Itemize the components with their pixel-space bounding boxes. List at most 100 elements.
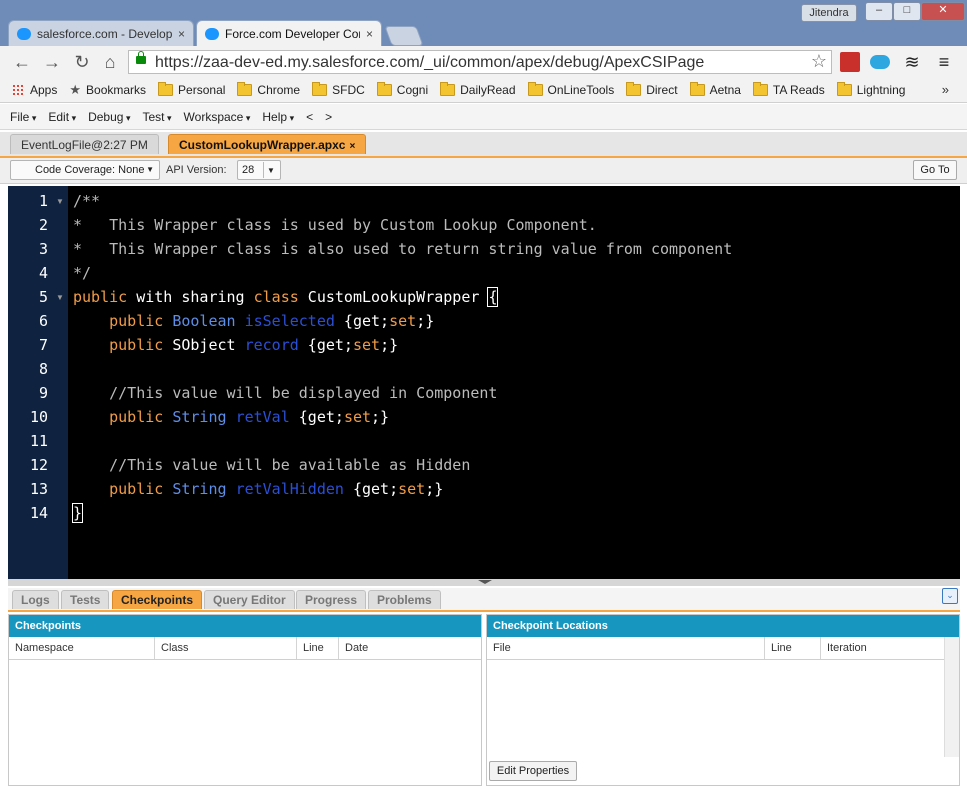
column-date[interactable]: Date [339, 637, 481, 659]
window-close-button[interactable]: ✕ [921, 2, 965, 21]
menu-help[interactable]: Help [262, 110, 294, 124]
nav-back-button[interactable]: < [306, 110, 313, 124]
bookmarks-overflow-button[interactable]: » [942, 82, 949, 97]
code-token: retVal [235, 408, 290, 426]
code-line[interactable]: /** [73, 192, 100, 210]
column-iteration[interactable]: Iteration [821, 637, 945, 659]
bookmark-lightning[interactable]: Lightning [831, 82, 912, 97]
code-token: ;} [380, 336, 399, 354]
minimize-button[interactable]: – [865, 2, 893, 21]
bookmark-onlinetools[interactable]: OnLineTools [522, 82, 621, 97]
menu-debug[interactable]: Debug [88, 110, 130, 124]
bookmark-aetna[interactable]: Aetna [684, 82, 747, 97]
checkpoint-locations-panel-title: Checkpoint Locations [487, 615, 959, 637]
close-tab-icon[interactable]: × [178, 27, 185, 41]
bookmark-apps[interactable]: Apps [0, 83, 63, 97]
bookmark-personal[interactable]: Personal [152, 82, 231, 97]
menu-test[interactable]: Test [143, 110, 172, 124]
line-number: 11 [29, 432, 48, 450]
browser-tab-salesforce[interactable]: salesforce.com - Develope × [8, 20, 194, 46]
api-version-select[interactable]: 28 ▼ [237, 160, 281, 180]
column-file[interactable]: File [487, 637, 765, 659]
file-tab-eventlogfile[interactable]: EventLogFile@2:27 PM [10, 134, 159, 154]
back-arrow-icon[interactable]: ← [12, 52, 32, 72]
browser-user-badge[interactable]: Jitendra [801, 4, 857, 22]
edit-properties-button[interactable]: Edit Properties [489, 761, 577, 781]
column-line[interactable]: Line [765, 637, 821, 659]
line-number: 1 [38, 192, 48, 210]
home-icon[interactable]: ⌂ [100, 52, 120, 72]
code-line[interactable]: public SObject record {get;set;} [73, 336, 398, 354]
column-class[interactable]: Class [155, 637, 297, 659]
code-line[interactable]: //This value will be displayed in Compon… [73, 384, 497, 402]
tab-checkpoints[interactable]: Checkpoints [112, 590, 203, 609]
code-token: */ [73, 264, 92, 282]
reload-icon[interactable]: ↻ [72, 52, 92, 72]
bookmark-cogni[interactable]: Cogni [371, 82, 434, 97]
code-token: set [389, 312, 417, 330]
tab-progress[interactable]: Progress [296, 590, 367, 609]
maximize-button[interactable]: □ [893, 2, 921, 21]
bookmark-sfdc[interactable]: SFDC [306, 82, 371, 97]
line-number: 12 [29, 456, 48, 474]
fold-toggle-icon[interactable]: ▼ [56, 293, 64, 302]
code-line[interactable]: public String retVal {get;set;} [73, 408, 389, 426]
bookmark-chrome[interactable]: Chrome [231, 82, 306, 97]
bookmark-star-icon[interactable]: ☆ [811, 51, 827, 72]
browser-tab-developer-console[interactable]: Force.com Developer Con × [196, 20, 382, 46]
tab-problems[interactable]: Problems [368, 590, 441, 609]
code-token: Boolean [172, 312, 236, 330]
nav-forward-button[interactable]: > [325, 110, 332, 124]
tab-query-editor[interactable]: Query Editor [204, 590, 295, 609]
code-coverage-select[interactable]: Code Coverage: None ▼ [10, 160, 160, 180]
code-line[interactable]: //This value will be available as Hidden [73, 456, 470, 474]
column-line[interactable]: Line [297, 637, 339, 659]
layers-extension-icon[interactable]: ≋ [902, 52, 922, 72]
code-line[interactable]: * This Wrapper class is used by Custom L… [73, 216, 597, 234]
code-token: //This value will be available as Hidden [73, 456, 471, 474]
code-line[interactable]: } [71, 503, 84, 523]
address-bar[interactable]: https://zaa-dev-ed.my.salesforce.com/_ui… [128, 50, 832, 74]
code-line[interactable]: * This Wrapper class is also used to ret… [73, 240, 732, 258]
column-namespace[interactable]: Namespace [9, 637, 155, 659]
new-tab-button[interactable] [384, 26, 424, 46]
code-line[interactable]: public with sharing class CustomLookupWr… [73, 287, 499, 307]
menu-edit[interactable]: Edit [48, 110, 76, 124]
salesforce-cloud-icon [205, 27, 219, 40]
pdf-extension-icon[interactable] [840, 52, 860, 72]
salesforce-cloud-icon [17, 27, 31, 40]
menu-icon[interactable]: ≡ [934, 52, 954, 72]
bookmark-bookmarks[interactable]: ★ Bookmarks [63, 82, 152, 98]
menu-file[interactable]: File [10, 110, 36, 124]
forward-arrow-icon[interactable]: → [42, 52, 62, 72]
collapse-panel-icon[interactable]: ⌄ [942, 588, 958, 604]
bookmark-ta-reads[interactable]: TA Reads [747, 82, 831, 97]
code-token: ;} [371, 408, 390, 426]
file-tab-customlookupwrapper[interactable]: CustomLookupWrapper.apxc × [168, 134, 367, 154]
panel-splitter[interactable] [8, 579, 960, 586]
code-token: {get; [298, 336, 353, 354]
code-line[interactable]: public String retValHidden {get;set;} [73, 480, 443, 498]
code-editor[interactable]: 1 ▼ 2 3 4 5 ▼ 6 7 8 9 10 11 12 13 14 /** * This Wrapper … [8, 186, 960, 579]
bookmark-dailyread[interactable]: DailyRead [434, 82, 521, 97]
close-tab-icon[interactable]: × [366, 27, 373, 41]
star-icon: ★ [69, 82, 82, 97]
bookmark-direct[interactable]: Direct [620, 82, 683, 97]
code-line[interactable]: public Boolean isSelected {get;set;} [73, 312, 434, 330]
tab-logs[interactable]: Logs [12, 590, 59, 609]
go-to-button[interactable]: Go To [913, 160, 957, 180]
salesforce-extension-icon[interactable] [870, 55, 890, 69]
line-number: 13 [29, 480, 48, 498]
code-token: SObject [163, 336, 245, 354]
tab-tests[interactable]: Tests [61, 590, 110, 609]
code-token: * This Wrapper class is used by Custom L… [73, 216, 597, 234]
code-token: * This Wrapper class is also used to ret… [73, 240, 733, 258]
menu-workspace[interactable]: Workspace [184, 110, 251, 124]
code-line[interactable]: */ [73, 264, 91, 282]
fold-toggle-icon[interactable]: ▼ [56, 197, 64, 206]
address-url[interactable]: https://zaa-dev-ed.my.salesforce.com/_ui… [155, 54, 704, 72]
locations-scrollbar[interactable] [944, 637, 959, 757]
close-icon[interactable]: × [349, 141, 355, 152]
line-number: 9 [38, 384, 48, 402]
